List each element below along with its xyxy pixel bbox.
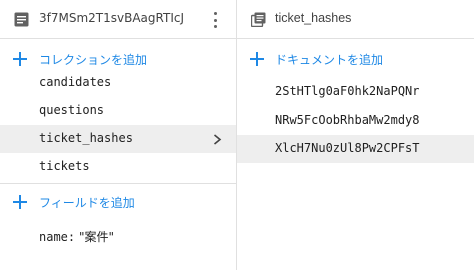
add-field-label: フィールドを追加 (39, 196, 135, 210)
plus-icon (13, 195, 27, 209)
collection-label: ticket_hashes (39, 131, 133, 145)
document-header: 3f7MSm2T1svBAagRTIcJ (0, 0, 236, 39)
add-field-button[interactable]: フィールドを追加 (0, 188, 236, 216)
collection-item-tickets[interactable]: tickets (0, 153, 236, 181)
add-document-button[interactable]: ドキュメントを追加 (237, 45, 474, 73)
collection-title: ticket_hashes (275, 11, 352, 25)
field-row[interactable]: name: "案件" (39, 228, 114, 245)
collection-icon (251, 12, 266, 27)
collection-header: ticket_hashes (237, 0, 474, 39)
document-id: NRw5FcOobRhbaMw2mdy8 (275, 113, 420, 127)
collection-item-candidates[interactable]: candidates (0, 69, 236, 97)
plus-icon (13, 52, 27, 66)
document-item[interactable]: 2StHTlg0aF0hk2NaPQNr (237, 78, 474, 106)
kebab-menu-icon[interactable] (211, 11, 219, 29)
plus-icon (250, 52, 264, 66)
document-panel: 3f7MSm2T1svBAagRTIcJ コレクションを追加 candidate… (0, 0, 236, 270)
document-id: XlcH7Nu0zUl8Pw2CPFsT (275, 141, 420, 155)
collection-panel: ticket_hashes ドキュメントを追加 2StHTlg0aF0hk2Na… (237, 0, 474, 270)
field-value: "案件" (78, 230, 114, 244)
collection-item-questions[interactable]: questions (0, 97, 236, 125)
collection-label: questions (39, 103, 105, 117)
document-item[interactable]: NRw5FcOobRhbaMw2mdy8 (237, 107, 474, 135)
collection-label: tickets (39, 159, 90, 173)
document-id: 2StHTlg0aF0hk2NaPQNr (275, 84, 420, 98)
field-name: name: (39, 230, 76, 244)
document-item-selected[interactable]: XlcH7Nu0zUl8Pw2CPFsT (237, 135, 474, 163)
collection-item-ticket-hashes[interactable]: ticket_hashes (0, 125, 236, 153)
collection-label: candidates (39, 75, 112, 89)
chevron-right-icon (213, 134, 222, 145)
section-divider (0, 183, 236, 184)
document-icon (14, 12, 29, 27)
add-collection-label: コレクションを追加 (39, 53, 148, 67)
document-title: 3f7MSm2T1svBAagRTIcJ (39, 11, 184, 25)
add-document-label: ドキュメントを追加 (275, 53, 384, 67)
